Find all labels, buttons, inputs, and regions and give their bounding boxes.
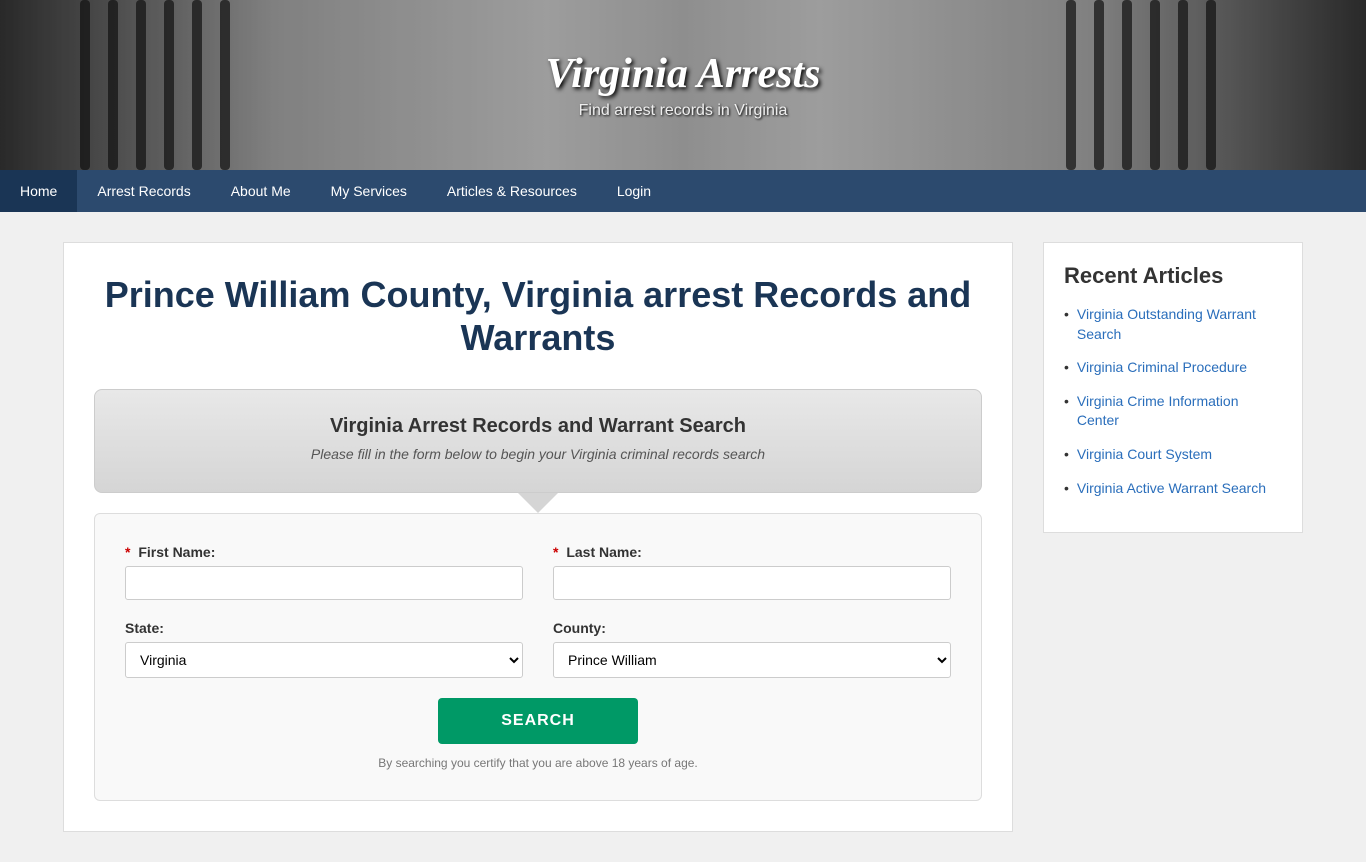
last-name-label: * Last Name: <box>553 544 951 560</box>
sidebar-link-crime-information[interactable]: Virginia Crime Information Center <box>1077 392 1282 431</box>
nav-item-about-me[interactable]: About Me <box>211 170 311 212</box>
state-label: State: <box>125 620 523 636</box>
last-name-input[interactable] <box>553 566 951 600</box>
sidebar-links-list: Virginia Outstanding Warrant Search Virg… <box>1064 305 1282 498</box>
first-name-label: * First Name: <box>125 544 523 560</box>
main-container: Prince William County, Virginia arrest R… <box>48 212 1318 862</box>
nav-item-arrest-records[interactable]: Arrest Records <box>77 170 210 212</box>
sidebar-link-active-warrant[interactable]: Virginia Active Warrant Search <box>1077 479 1266 499</box>
prison-bars-left <box>80 0 300 170</box>
list-item: Virginia Outstanding Warrant Search <box>1064 305 1282 344</box>
site-header: Virginia Arrests Find arrest records in … <box>0 0 1366 170</box>
form-disclaimer: By searching you certify that you are ab… <box>125 756 951 770</box>
county-select[interactable]: Prince William <box>553 642 951 678</box>
search-box: Virginia Arrest Records and Warrant Sear… <box>94 389 982 493</box>
county-group: County: Prince William <box>553 620 951 678</box>
nav-item-articles[interactable]: Articles & Resources <box>427 170 597 212</box>
first-name-input[interactable] <box>125 566 523 600</box>
prison-bars-right <box>1066 0 1286 170</box>
search-form: * First Name: * Last Name: State: <box>94 513 982 801</box>
list-item: Virginia Court System <box>1064 445 1282 465</box>
sidebar-link-outstanding-warrant[interactable]: Virginia Outstanding Warrant Search <box>1077 305 1282 344</box>
search-button[interactable]: SEARCH <box>438 698 638 744</box>
search-box-subtitle: Please fill in the form below to begin y… <box>125 446 951 462</box>
location-row: State: Virginia County: Prince William <box>125 620 951 678</box>
last-name-group: * Last Name: <box>553 544 951 600</box>
site-title: Virginia Arrests <box>545 50 820 98</box>
page-title: Prince William County, Virginia arrest R… <box>94 273 982 359</box>
nav-item-my-services[interactable]: My Services <box>311 170 427 212</box>
sidebar: Recent Articles Virginia Outstanding War… <box>1043 242 1303 832</box>
state-group: State: Virginia <box>125 620 523 678</box>
nav-item-login[interactable]: Login <box>597 170 671 212</box>
arrow-down <box>518 493 558 513</box>
nav-item-home[interactable]: Home <box>0 170 77 212</box>
search-box-title: Virginia Arrest Records and Warrant Sear… <box>125 415 951 438</box>
required-star-first: * <box>125 544 130 560</box>
sidebar-title: Recent Articles <box>1064 263 1282 289</box>
first-name-group: * First Name: <box>125 544 523 600</box>
list-item: Virginia Criminal Procedure <box>1064 358 1282 378</box>
required-star-last: * <box>553 544 558 560</box>
list-item: Virginia Crime Information Center <box>1064 392 1282 431</box>
navigation: Home Arrest Records About Me My Services… <box>0 170 1366 212</box>
state-select[interactable]: Virginia <box>125 642 523 678</box>
name-row: * First Name: * Last Name: <box>125 544 951 600</box>
sidebar-recent-articles: Recent Articles Virginia Outstanding War… <box>1043 242 1303 533</box>
sidebar-link-court-system[interactable]: Virginia Court System <box>1077 445 1212 465</box>
list-item: Virginia Active Warrant Search <box>1064 479 1282 499</box>
site-subtitle: Find arrest records in Virginia <box>545 102 820 120</box>
content-area: Prince William County, Virginia arrest R… <box>63 242 1013 832</box>
county-label: County: <box>553 620 951 636</box>
sidebar-link-criminal-procedure[interactable]: Virginia Criminal Procedure <box>1077 358 1247 378</box>
header-content: Virginia Arrests Find arrest records in … <box>545 50 820 120</box>
